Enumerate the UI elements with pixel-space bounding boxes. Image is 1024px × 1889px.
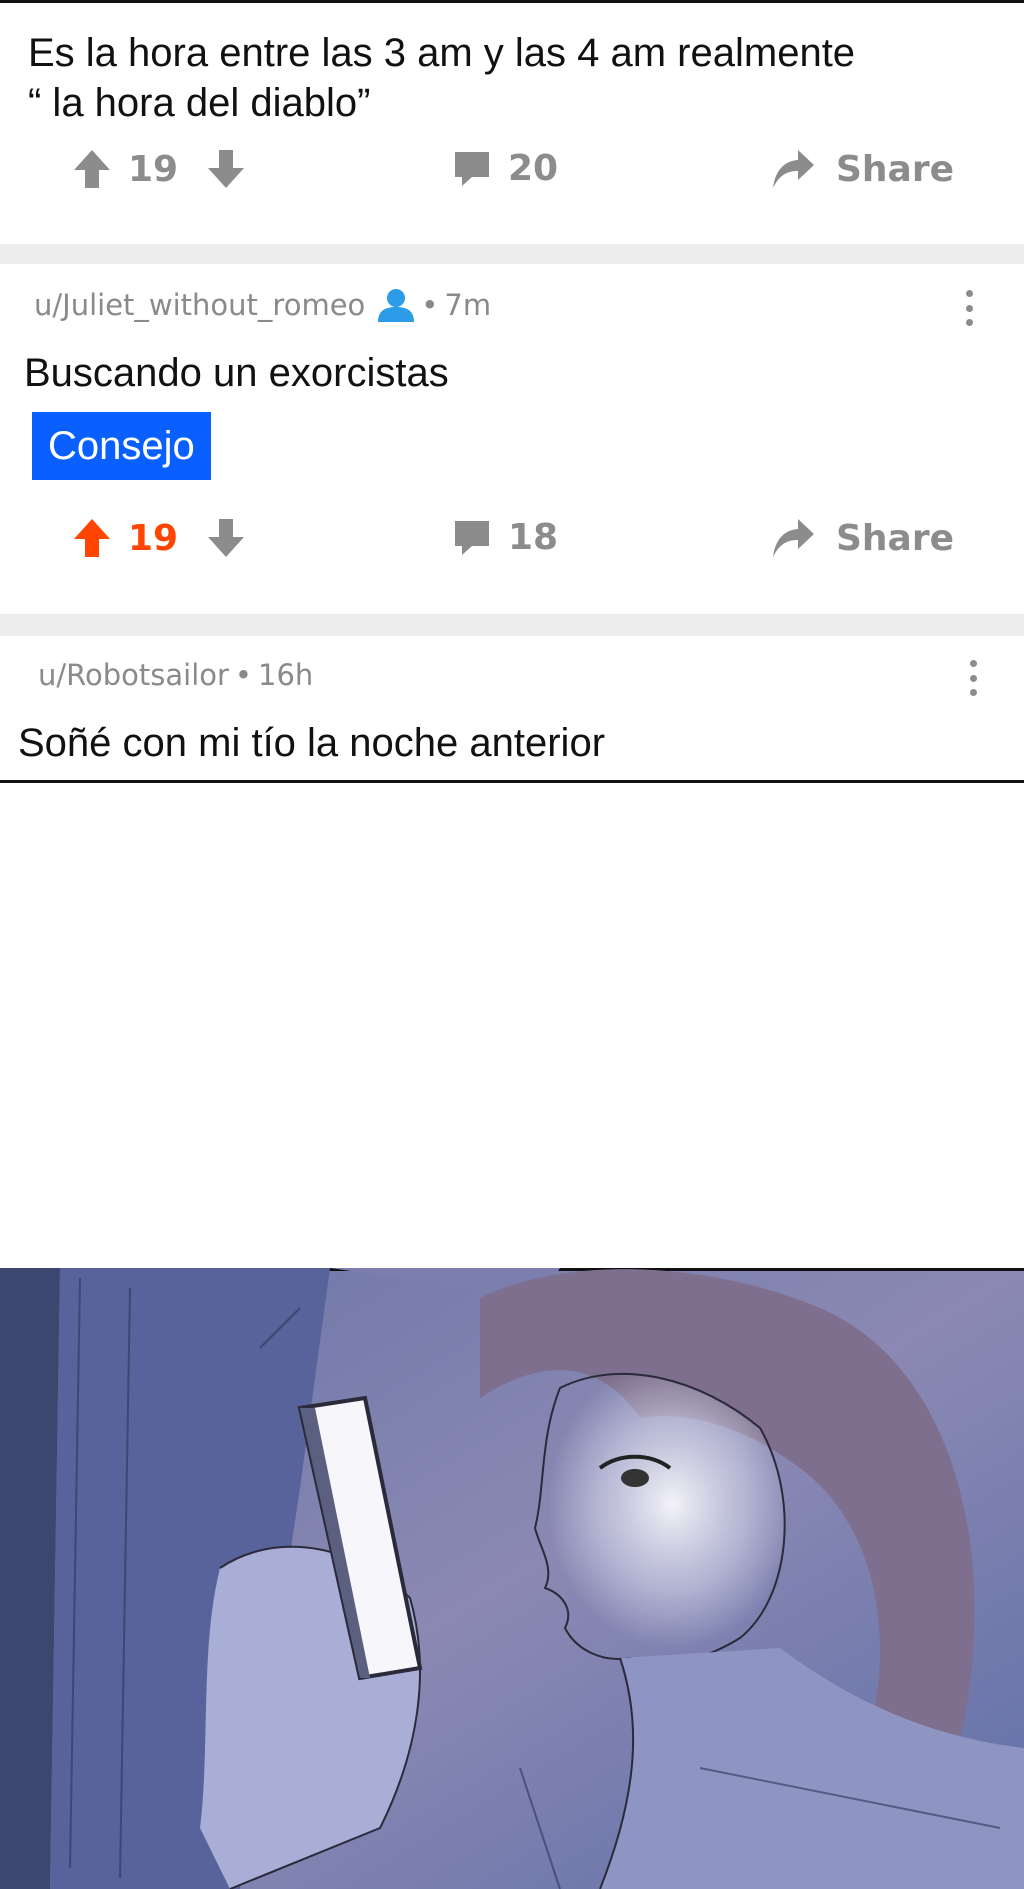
post-actions: 19 18 Share	[0, 511, 1024, 571]
post-actions: 19 20 Share	[0, 142, 1024, 202]
post-flair[interactable]: Consejo	[32, 412, 211, 480]
comments-button[interactable]: 18	[452, 517, 558, 558]
comments-button[interactable]: 20	[452, 148, 558, 189]
post-title[interactable]: Soñé con mi tío la noche anterior	[18, 718, 605, 768]
post-title[interactable]: Buscando un exorcistas	[24, 348, 449, 398]
comic-illustration	[0, 1268, 1024, 1889]
vote-group: 19	[72, 148, 246, 190]
post-username[interactable]: u/Robotsailor	[38, 658, 229, 692]
post-card-2: u/Juliet_without_romeo • 7m Buscando un …	[0, 264, 1024, 614]
comment-icon	[455, 520, 489, 555]
share-label: Share	[836, 148, 955, 190]
post-card-1: Es la hora entre las 3 am y las 4 am rea…	[0, 0, 1024, 244]
comment-count: 18	[508, 517, 559, 558]
post-meta: u/Robotsailor • 16h	[38, 658, 313, 692]
vote-count: 19	[128, 517, 179, 559]
feed-divider	[0, 244, 1024, 264]
more-options-icon[interactable]	[970, 660, 978, 696]
meta-separator: •	[421, 288, 439, 322]
share-button[interactable]: Share	[770, 517, 954, 559]
share-icon	[773, 150, 814, 188]
share-label: Share	[836, 517, 955, 559]
panel-border	[0, 0, 1024, 3]
vote-group: 19	[72, 517, 246, 559]
downvote-icon[interactable]	[206, 148, 246, 190]
more-options-icon[interactable]	[966, 290, 974, 326]
upvote-icon[interactable]	[72, 148, 112, 190]
share-icon	[773, 519, 814, 557]
post-title[interactable]: Es la hora entre las 3 am y las 4 am rea…	[28, 28, 855, 128]
comic-panel-border	[0, 780, 1024, 783]
feed-divider	[0, 614, 1024, 636]
vote-count: 19	[128, 148, 179, 190]
user-icon	[378, 289, 415, 322]
post-card-3: u/Robotsailor • 16h Soñé con mi tío la n…	[0, 636, 1024, 782]
comment-icon	[455, 151, 489, 186]
upvote-icon[interactable]	[72, 517, 112, 559]
post-meta: u/Juliet_without_romeo • 7m	[34, 288, 491, 322]
meta-separator: •	[234, 658, 253, 692]
post-time: 7m	[444, 288, 492, 322]
share-button[interactable]: Share	[770, 148, 954, 190]
downvote-icon[interactable]	[206, 517, 246, 559]
post-time: 16h	[258, 658, 314, 692]
comment-count: 20	[508, 148, 559, 189]
post-username[interactable]: u/Juliet_without_romeo	[34, 288, 365, 322]
